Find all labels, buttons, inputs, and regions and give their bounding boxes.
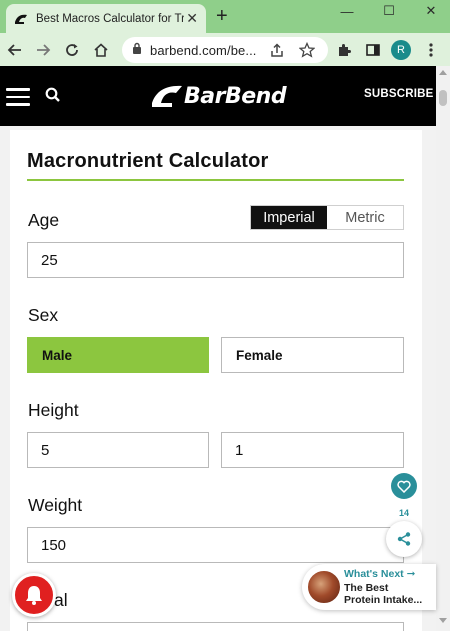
- tab-title: Best Macros Calculator for Trai: [36, 12, 184, 25]
- browser-toolbar: barbend.com/be... R: [0, 33, 450, 66]
- age-input[interactable]: 25: [27, 242, 404, 278]
- new-tab-icon[interactable]: +: [216, 5, 228, 27]
- subscribe-link[interactable]: SUBSCRIBE: [364, 88, 434, 100]
- weight-label: Weight: [28, 495, 83, 515]
- whats-next-thumbnail: [306, 569, 342, 605]
- goal-select[interactable]: [27, 622, 404, 631]
- side-panel-icon[interactable]: [362, 39, 384, 61]
- scrollbar-thumb[interactable]: [439, 90, 447, 106]
- notification-bell-button[interactable]: [12, 573, 56, 617]
- sex-label: Sex: [28, 305, 59, 325]
- height-label: Height: [28, 400, 79, 420]
- male-button[interactable]: Male: [27, 337, 209, 373]
- back-arrow-icon[interactable]: [4, 39, 26, 61]
- logo-text: BarBend: [184, 83, 287, 109]
- barbend-logo[interactable]: BarBend: [150, 80, 287, 112]
- bookmark-star-icon[interactable]: [296, 39, 318, 61]
- calculator-card: Macronutrient Calculator Age Imperial Me…: [10, 130, 422, 631]
- heart-icon: [397, 480, 411, 493]
- metric-option[interactable]: Metric: [327, 206, 403, 229]
- more-menu-icon[interactable]: [420, 39, 442, 61]
- share-icon: [397, 532, 411, 546]
- extensions-puzzle-icon[interactable]: [333, 39, 355, 61]
- window-close-icon[interactable]: ✕: [414, 0, 448, 22]
- title-divider: [27, 179, 404, 181]
- page-scrollbar[interactable]: [436, 66, 450, 631]
- whats-next-widget[interactable]: What's Next ➞ The Best Protein Intake...: [302, 564, 436, 610]
- url-text: barbend.com/be...: [150, 42, 257, 58]
- like-count: 14: [398, 508, 409, 518]
- reload-icon[interactable]: [61, 39, 83, 61]
- age-label: Age: [28, 210, 60, 230]
- minimize-icon[interactable]: —: [330, 0, 364, 22]
- browser-tab[interactable]: Best Macros Calculator for Trai ✕: [6, 4, 206, 33]
- share-button[interactable]: [386, 521, 422, 557]
- lock-icon[interactable]: [132, 41, 142, 59]
- whats-next-label: What's Next ➞: [344, 568, 416, 580]
- barbend-favicon-icon: [14, 12, 28, 26]
- imperial-option[interactable]: Imperial: [251, 206, 327, 229]
- scroll-down-arrow-icon[interactable]: [439, 618, 447, 623]
- site-header: BarBend SUBSCRIBE: [0, 66, 436, 126]
- weight-input[interactable]: 150: [27, 527, 404, 563]
- goal-label: al: [54, 590, 68, 610]
- height-inches-input[interactable]: 1: [221, 432, 404, 468]
- unit-toggle: Imperial Metric: [250, 205, 404, 230]
- browser-tab-strip: Best Macros Calculator for Trai ✕ + — ☐ …: [0, 0, 450, 33]
- search-icon[interactable]: [44, 86, 64, 106]
- scroll-up-arrow-icon[interactable]: [439, 70, 447, 75]
- barbend-logo-mark-icon: [152, 85, 182, 107]
- calculator-title: Macronutrient Calculator: [27, 150, 269, 172]
- whats-next-title-line1: The Best: [344, 582, 389, 594]
- female-button[interactable]: Female: [221, 337, 404, 373]
- tab-close-icon[interactable]: ✕: [186, 11, 198, 25]
- whats-next-title-line2: Protein Intake...: [344, 594, 423, 606]
- like-button[interactable]: [391, 473, 417, 499]
- forward-arrow-icon[interactable]: [32, 39, 54, 61]
- maximize-icon[interactable]: ☐: [372, 0, 406, 22]
- share-page-icon[interactable]: [266, 39, 288, 61]
- profile-avatar[interactable]: R: [391, 40, 411, 60]
- home-icon[interactable]: [90, 39, 112, 61]
- height-feet-input[interactable]: 5: [27, 432, 209, 468]
- bell-icon: [26, 586, 42, 605]
- page-background: Macronutrient Calculator Age Imperial Me…: [0, 126, 436, 631]
- hamburger-menu-icon[interactable]: [6, 88, 30, 106]
